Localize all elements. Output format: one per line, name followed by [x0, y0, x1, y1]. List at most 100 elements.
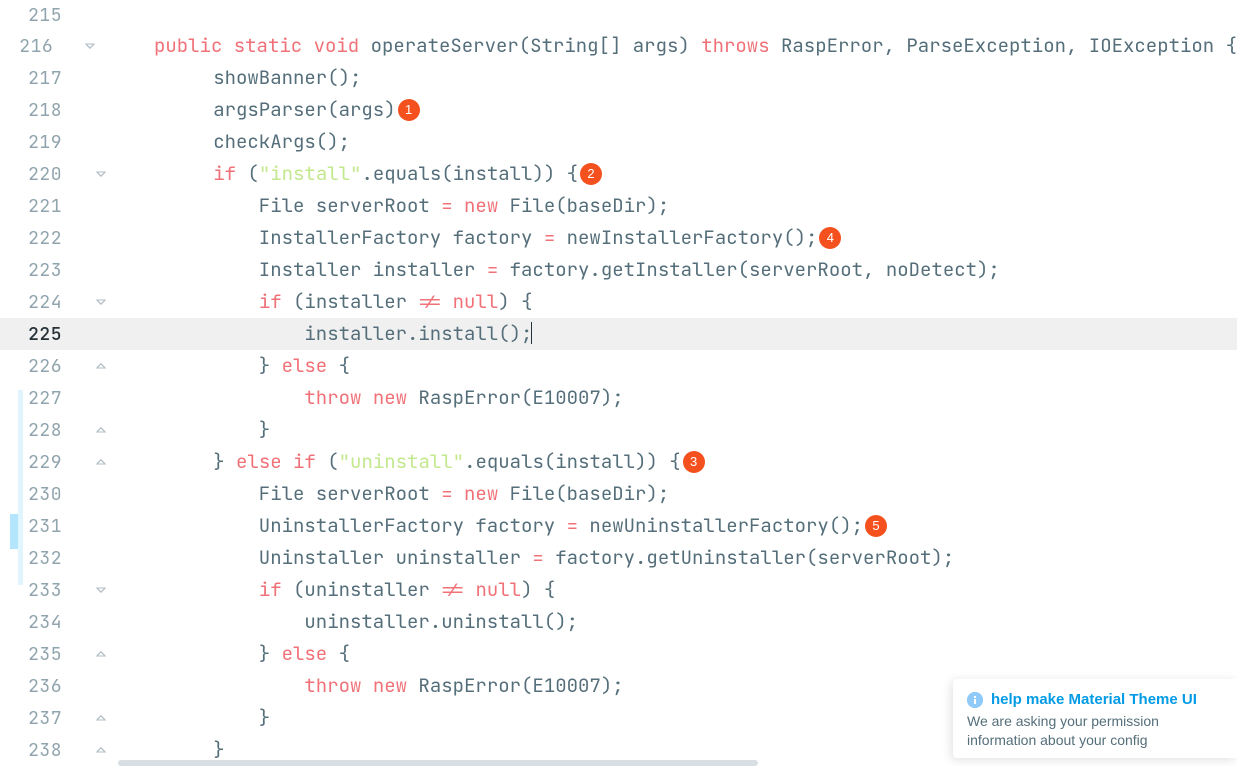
line-number: 224 — [0, 291, 84, 314]
line-number: 226 — [0, 355, 84, 378]
code-text[interactable]: uninstaller.uninstall(); — [118, 606, 578, 638]
fold-end-icon[interactable] — [95, 456, 107, 468]
code-text[interactable]: argsParser(args)1 — [118, 94, 420, 126]
code-line[interactable]: 220 if ("install".equals(install)) {2 — [0, 158, 1237, 190]
code-line[interactable]: 217 showBanner(); — [0, 62, 1237, 94]
line-number: 219 — [0, 131, 84, 154]
horizontal-scrollbar[interactable] — [118, 760, 1237, 766]
inspection-badge[interactable]: 2 — [580, 163, 602, 185]
code-text[interactable]: } — [118, 702, 270, 734]
code-text[interactable]: UninstallerFactory factory = newUninstal… — [118, 510, 887, 542]
code-line[interactable]: 229 } else if ("uninstall".equals(instal… — [0, 446, 1237, 478]
fold-start-icon[interactable] — [95, 584, 107, 596]
code-text[interactable]: Installer installer = factory.getInstall… — [118, 254, 1000, 286]
code-line[interactable]: 226 } else { — [0, 350, 1237, 382]
line-number: 227 — [0, 387, 84, 410]
code-line[interactable]: 224 if (installer != null) { — [0, 286, 1237, 318]
code-text[interactable]: File serverRoot = new File(baseDir); — [118, 478, 669, 510]
gutter-fold — [84, 584, 118, 596]
code-text[interactable]: if (uninstaller != null) { — [118, 574, 555, 606]
line-number: 230 — [0, 483, 84, 506]
code-text[interactable]: public static void operateServer(String[… — [104, 30, 1237, 62]
info-icon — [967, 692, 983, 708]
code-line[interactable]: 218 argsParser(args)1 — [0, 94, 1237, 126]
code-text[interactable]: throw new RaspError(E10007); — [118, 670, 624, 702]
gutter-fold — [84, 712, 118, 724]
line-number: 216 — [0, 35, 75, 58]
notification-toast[interactable]: help make Material Theme UI We are askin… — [953, 679, 1237, 758]
code-line[interactable]: 231 UninstallerFactory factory = newUnin… — [0, 510, 1237, 542]
code-editor[interactable]: 215216 public static void operateServer(… — [0, 0, 1237, 766]
code-text[interactable]: InstallerFactory factory = newInstallerF… — [118, 222, 841, 254]
line-number: 229 — [0, 451, 84, 474]
gutter-fold — [84, 360, 118, 372]
fold-end-icon[interactable] — [95, 712, 107, 724]
code-text[interactable]: if (installer != null) { — [118, 286, 532, 318]
code-line[interactable]: 230 File serverRoot = new File(baseDir); — [0, 478, 1237, 510]
gutter-fold — [84, 424, 118, 436]
fold-end-icon[interactable] — [95, 360, 107, 372]
fold-start-icon[interactable] — [95, 168, 107, 180]
code-text[interactable]: File serverRoot = new File(baseDir); — [118, 190, 669, 222]
inspection-badge[interactable]: 5 — [865, 515, 887, 537]
code-line[interactable]: 227 throw new RaspError(E10007); — [0, 382, 1237, 414]
code-line[interactable]: 235 } else { — [0, 638, 1237, 670]
code-line[interactable]: 221 File serverRoot = new File(baseDir); — [0, 190, 1237, 222]
line-number: 235 — [0, 643, 84, 666]
vcs-change-marker-strong — [10, 514, 18, 549]
line-number: 220 — [0, 163, 84, 186]
line-number: 218 — [0, 99, 84, 122]
line-number: 236 — [0, 675, 84, 698]
fold-start-icon[interactable] — [95, 296, 107, 308]
inspection-badge[interactable]: 4 — [819, 227, 841, 249]
line-number: 238 — [0, 739, 84, 762]
fold-end-icon[interactable] — [95, 744, 107, 756]
gutter-fold — [84, 456, 118, 468]
code-line[interactable]: 223 Installer installer = factory.getIns… — [0, 254, 1237, 286]
line-number: 222 — [0, 227, 84, 250]
gutter-fold — [84, 168, 118, 180]
line-number: 225 — [0, 323, 84, 346]
toast-title: help make Material Theme UI — [991, 691, 1197, 708]
gutter-fold — [84, 648, 118, 660]
code-line[interactable]: 225 installer.install(); — [0, 318, 1237, 350]
code-text[interactable]: throw new RaspError(E10007); — [118, 382, 624, 414]
code-text[interactable]: installer.install(); — [118, 318, 532, 350]
line-number: 234 — [0, 611, 84, 634]
vcs-change-marker — [18, 390, 23, 585]
line-number: 215 — [0, 4, 84, 27]
fold-start-icon[interactable] — [84, 40, 96, 52]
code-line[interactable]: 216 public static void operateServer(Str… — [0, 30, 1237, 62]
line-number: 233 — [0, 579, 84, 602]
gutter-fold — [75, 40, 104, 52]
code-text[interactable]: showBanner(); — [118, 62, 361, 94]
code-line[interactable]: 228 } — [0, 414, 1237, 446]
code-line[interactable]: 232 Uninstaller uninstaller = factory.ge… — [0, 542, 1237, 574]
code-text[interactable]: } else { — [118, 638, 350, 670]
inspection-badge[interactable]: 3 — [683, 451, 705, 473]
code-text[interactable]: } else { — [118, 350, 350, 382]
toast-body: We are asking your permission informatio… — [967, 712, 1227, 750]
code-line[interactable]: 222 InstallerFactory factory = newInstal… — [0, 222, 1237, 254]
line-number: 232 — [0, 547, 84, 570]
fold-end-icon[interactable] — [95, 424, 107, 436]
line-number: 221 — [0, 195, 84, 218]
line-number: 217 — [0, 67, 84, 90]
code-line[interactable]: 215 — [0, 0, 1237, 30]
code-text[interactable]: } else if ("uninstall".equals(install)) … — [118, 446, 705, 478]
fold-end-icon[interactable] — [95, 648, 107, 660]
line-number: 223 — [0, 259, 84, 282]
code-line[interactable]: 234 uninstaller.uninstall(); — [0, 606, 1237, 638]
code-text[interactable]: Uninstaller uninstaller = factory.getUni… — [118, 542, 954, 574]
line-number: 237 — [0, 707, 84, 730]
code-line[interactable]: 233 if (uninstaller != null) { — [0, 574, 1237, 606]
code-line[interactable]: 219 checkArgs(); — [0, 126, 1237, 158]
code-text[interactable]: checkArgs(); — [118, 126, 350, 158]
code-text[interactable]: if ("install".equals(install)) {2 — [118, 158, 602, 190]
scroll-thumb[interactable] — [118, 760, 758, 766]
text-cursor — [531, 322, 532, 344]
code-text[interactable]: } — [118, 414, 270, 446]
gutter-fold — [84, 296, 118, 308]
gutter-fold — [84, 744, 118, 756]
inspection-badge[interactable]: 1 — [398, 99, 420, 121]
